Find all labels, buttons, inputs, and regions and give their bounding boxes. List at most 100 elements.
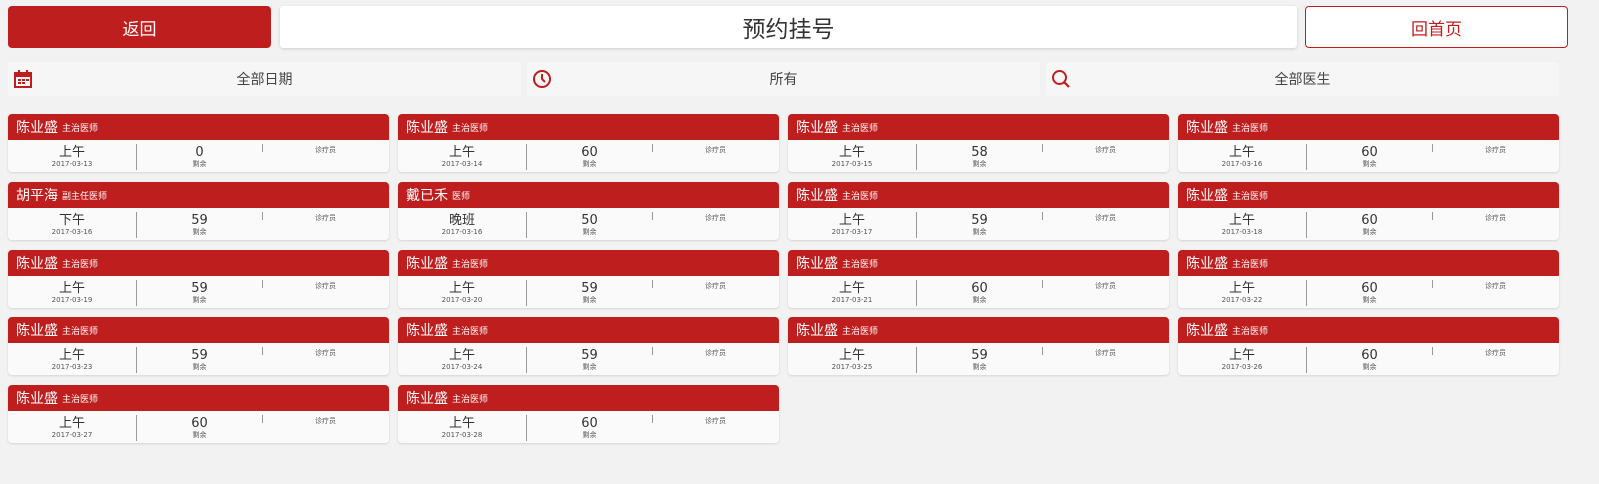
slot-date: 2017-03-24 xyxy=(441,363,483,371)
doctor-name: 陈业盛 xyxy=(1186,256,1228,272)
slot-room-label: 诊疗员 xyxy=(1485,146,1506,154)
slot-card[interactable]: 陈业盛 主治医师 上午 2017-03-13 0 剩余 诊疗员 xyxy=(8,114,389,172)
slot-card[interactable]: 陈业盛 主治医师 上午 2017-03-19 59 剩余 诊疗员 xyxy=(8,250,389,308)
doctor-title: 主治医师 xyxy=(62,259,99,270)
time-filter[interactable]: 所有 xyxy=(527,62,1040,96)
back-button[interactable]: 返回 xyxy=(8,6,271,48)
slot-date: 2017-03-15 xyxy=(831,160,873,168)
slot-time: 上午 2017-03-14 xyxy=(398,140,526,172)
doctor-name: 陈业盛 xyxy=(406,256,448,272)
slot-date: 2017-03-25 xyxy=(831,363,873,371)
slot-remaining-label: 剩余 xyxy=(1362,296,1377,304)
slot-remaining-label: 剩余 xyxy=(1362,363,1377,371)
slot-card[interactable]: 陈业盛 主治医师 上午 2017-03-17 59 剩余 诊疗员 xyxy=(788,182,1169,240)
slot-availability: 60 剩余 xyxy=(1306,280,1432,306)
slot-card[interactable]: 陈业盛 主治医师 上午 2017-03-28 60 剩余 诊疗员 xyxy=(398,385,779,443)
slot-room: 诊疗员 xyxy=(1432,343,1559,375)
slot-card-body: 上午 2017-03-15 58 剩余 诊疗员 xyxy=(788,140,1169,172)
slot-remaining-count: 0 xyxy=(195,145,204,160)
doctor-name: 陈业盛 xyxy=(796,188,838,204)
slot-card-body: 上午 2017-03-22 60 剩余 诊疗员 xyxy=(1178,276,1559,308)
slot-card[interactable]: 陈业盛 主治医师 上午 2017-03-26 60 剩余 诊疗员 xyxy=(1178,317,1559,375)
slot-room-label: 诊疗员 xyxy=(1485,214,1506,222)
slot-room-label: 诊疗员 xyxy=(1485,349,1506,357)
slot-card-header: 陈业盛 主治医师 xyxy=(398,317,779,343)
slot-card[interactable]: 陈业盛 主治医师 上午 2017-03-24 59 剩余 诊疗员 xyxy=(398,317,779,375)
slot-remaining-count: 59 xyxy=(971,348,988,363)
doctor-name: 陈业盛 xyxy=(16,256,58,272)
doctor-title: 主治医师 xyxy=(1232,326,1269,337)
slot-remaining-label: 剩余 xyxy=(192,296,207,304)
slot-room: 诊疗员 xyxy=(652,140,779,172)
doctor-filter[interactable]: 全部医生 xyxy=(1046,62,1559,96)
slot-room: 诊疗员 xyxy=(652,411,779,443)
slot-card[interactable]: 陈业盛 主治医师 上午 2017-03-16 60 剩余 诊疗员 xyxy=(1178,114,1559,172)
slot-card-body: 上午 2017-03-21 60 剩余 诊疗员 xyxy=(788,276,1169,308)
filter-bar: 全部日期 所有 全部医生 xyxy=(8,62,1591,96)
slot-card-header: 陈业盛 主治医师 xyxy=(788,182,1169,208)
slot-card[interactable]: 陈业盛 主治医师 上午 2017-03-23 59 剩余 诊疗员 xyxy=(8,317,389,375)
doctor-name: 戴已禾 xyxy=(406,188,448,204)
slot-period: 上午 xyxy=(448,416,475,431)
date-filter[interactable]: 全部日期 xyxy=(8,62,521,96)
doctor-name: 胡平海 xyxy=(16,188,58,204)
slot-remaining-count: 60 xyxy=(1361,348,1378,363)
slot-card[interactable]: 陈业盛 主治医师 上午 2017-03-22 60 剩余 诊疗员 xyxy=(1178,250,1559,308)
slot-card[interactable]: 戴已禾 医师 晚班 2017-03-16 50 剩余 诊疗员 xyxy=(398,182,779,240)
slot-card[interactable]: 陈业盛 主治医师 上午 2017-03-25 59 剩余 诊疗员 xyxy=(788,317,1169,375)
home-button[interactable]: 回首页 xyxy=(1305,6,1568,48)
slot-period: 上午 xyxy=(838,145,865,160)
doctor-title: 主治医师 xyxy=(452,259,489,270)
slot-time: 上午 2017-03-13 xyxy=(8,140,136,172)
slot-card[interactable]: 陈业盛 主治医师 上午 2017-03-15 58 剩余 诊疗员 xyxy=(788,114,1169,172)
slot-time: 上午 2017-03-17 xyxy=(788,208,916,240)
slot-card[interactable]: 胡平海 副主任医师 下午 2017-03-16 59 剩余 诊疗员 xyxy=(8,182,389,240)
slot-period: 上午 xyxy=(58,348,85,363)
slot-availability: 50 剩余 xyxy=(526,212,652,238)
slot-card-body: 上午 2017-03-14 60 剩余 诊疗员 xyxy=(398,140,779,172)
slot-room: 诊疗员 xyxy=(652,276,779,308)
slot-time: 上午 2017-03-26 xyxy=(1178,343,1306,375)
doctor-name: 陈业盛 xyxy=(16,391,58,407)
slot-card-header: 陈业盛 主治医师 xyxy=(788,250,1169,276)
slot-remaining-count: 59 xyxy=(581,348,598,363)
slot-card[interactable]: 陈业盛 主治医师 上午 2017-03-14 60 剩余 诊疗员 xyxy=(398,114,779,172)
slot-card[interactable]: 陈业盛 主治医师 上午 2017-03-27 60 剩余 诊疗员 xyxy=(8,385,389,443)
slot-date: 2017-03-16 xyxy=(1221,160,1263,168)
slot-period: 上午 xyxy=(448,281,475,296)
slot-remaining-label: 剩余 xyxy=(582,296,597,304)
slot-period: 上午 xyxy=(448,348,475,363)
slot-room-label: 诊疗员 xyxy=(705,282,726,290)
date-filter-label: 全部日期 xyxy=(236,72,293,88)
slot-card-header: 陈业盛 主治医师 xyxy=(1178,317,1559,343)
slot-card[interactable]: 陈业盛 主治医师 上午 2017-03-18 60 剩余 诊疗员 xyxy=(1178,182,1559,240)
slot-card-header: 胡平海 副主任医师 xyxy=(8,182,389,208)
slot-remaining-label: 剩余 xyxy=(192,160,207,168)
slot-room-label: 诊疗员 xyxy=(1095,146,1116,154)
slot-remaining-count: 59 xyxy=(191,281,208,296)
slot-availability: 59 剩余 xyxy=(136,280,262,306)
slot-card[interactable]: 陈业盛 主治医师 上午 2017-03-21 60 剩余 诊疗员 xyxy=(788,250,1169,308)
slot-room-label: 诊疗员 xyxy=(315,146,336,154)
slot-card[interactable]: 陈业盛 主治医师 上午 2017-03-20 59 剩余 诊疗员 xyxy=(398,250,779,308)
slot-card-header: 陈业盛 主治医师 xyxy=(1178,250,1559,276)
slot-time: 上午 2017-03-16 xyxy=(1178,140,1306,172)
slot-availability: 60 剩余 xyxy=(1306,144,1432,170)
doctor-title: 主治医师 xyxy=(1232,123,1269,134)
doctor-title: 主治医师 xyxy=(1232,191,1269,202)
slot-room: 诊疗员 xyxy=(1432,208,1559,240)
slot-period: 下午 xyxy=(58,213,85,228)
slot-availability: 59 剩余 xyxy=(526,280,652,306)
slot-date: 2017-03-17 xyxy=(831,228,873,236)
slot-card-body: 上午 2017-03-23 59 剩余 诊疗员 xyxy=(8,343,389,375)
slot-remaining-count: 59 xyxy=(581,281,598,296)
doctor-title: 主治医师 xyxy=(842,259,879,270)
slot-availability: 59 剩余 xyxy=(526,347,652,373)
slot-period: 上午 xyxy=(1228,281,1255,296)
slot-remaining-label: 剩余 xyxy=(1362,228,1377,236)
slot-card-header: 陈业盛 主治医师 xyxy=(788,317,1169,343)
slot-card-body: 上午 2017-03-25 59 剩余 诊疗员 xyxy=(788,343,1169,375)
slot-room-label: 诊疗员 xyxy=(1485,282,1506,290)
slot-card-body: 下午 2017-03-16 59 剩余 诊疗员 xyxy=(8,208,389,240)
slot-time: 下午 2017-03-16 xyxy=(8,208,136,240)
